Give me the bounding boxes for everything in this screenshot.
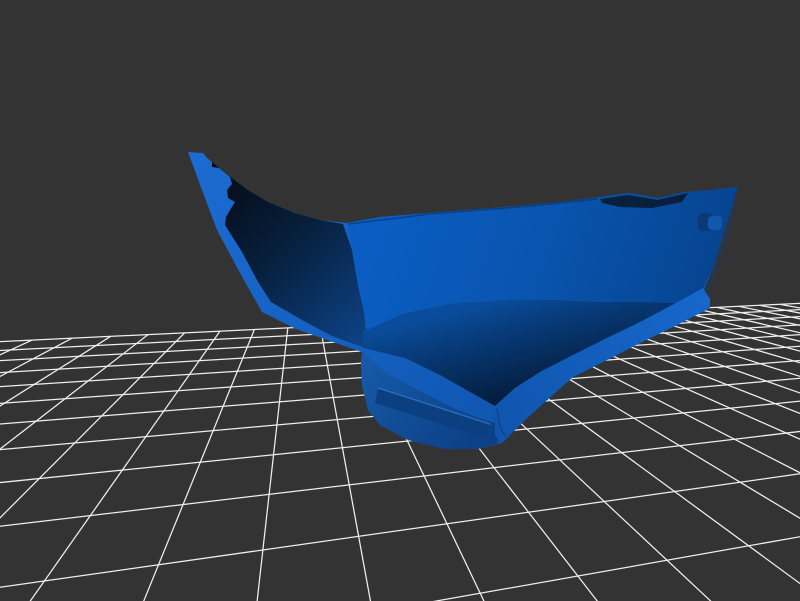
viewport-3d[interactable]: [0, 0, 800, 601]
scene-canvas[interactable]: [0, 0, 800, 601]
model-side-tab-inner: [708, 216, 722, 230]
